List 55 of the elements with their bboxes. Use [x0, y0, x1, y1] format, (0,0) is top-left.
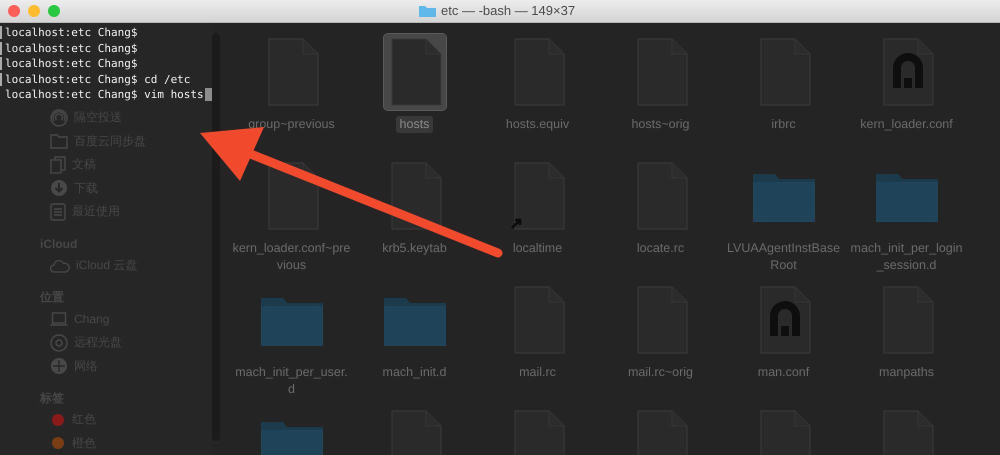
terminal-line: localhost:etc Chang$ cd /etc	[0, 72, 190, 86]
file-name: mail.rc	[518, 364, 557, 381]
scroll-bar[interactable]	[212, 33, 220, 441]
file-name: kern_loader.conf~previous	[232, 240, 350, 274]
file-item[interactable]: man.conf	[722, 282, 845, 406]
minimize-button[interactable]	[28, 5, 40, 17]
folder-icon	[418, 4, 437, 18]
file-name: krb5.keytab	[381, 240, 448, 257]
close-button[interactable]	[8, 5, 20, 17]
file-item[interactable]: mach_init_per_login_session.d	[845, 158, 968, 282]
globe-icon	[50, 357, 68, 376]
download-icon	[50, 179, 68, 198]
file-item[interactable]: hosts~orig	[599, 34, 722, 158]
file-name: hosts	[396, 116, 434, 133]
file-item[interactable]: mail.rc	[476, 282, 599, 406]
file-item[interactable]: mach_init.d	[353, 282, 476, 406]
terminal-line: localhost:etc Chang$	[0, 26, 138, 40]
file-item[interactable]: localtime	[476, 158, 599, 282]
file-name: LVUAAgentInstBaseRoot	[726, 240, 842, 274]
file-name: man.conf	[756, 364, 810, 381]
file-item[interactable]: manpaths	[845, 282, 968, 406]
file-item[interactable]: krb5.keytab	[353, 158, 476, 282]
window-title: etc — -bash — 149×37	[441, 3, 576, 18]
disc-icon	[50, 334, 68, 352]
zoom-button[interactable]	[48, 5, 60, 17]
file-name: manpaths	[878, 364, 935, 381]
airdrop-icon	[50, 108, 68, 127]
file-item[interactable]: kern_loader.conf~previous	[230, 158, 353, 282]
file-name: hosts~orig	[630, 116, 691, 133]
file-name: mach_init.d	[382, 364, 448, 381]
terminal-line: localhost:etc Chang$	[0, 57, 138, 70]
documents-icon	[50, 156, 66, 174]
file-name: hosts.equiv	[504, 116, 570, 133]
file-item[interactable]: mach_init_per_user.d	[230, 282, 353, 406]
laptop-icon	[50, 312, 68, 326]
terminal-line: localhost:etc Chang$	[0, 42, 138, 55]
file-name: localtime	[512, 240, 564, 257]
list-icon	[50, 202, 66, 221]
file-item[interactable]: locate.rc	[599, 158, 722, 282]
file-item[interactable]: hosts	[353, 34, 476, 158]
file-item[interactable]: hosts.equiv	[476, 34, 599, 158]
file-name: mail.rc~orig	[627, 364, 694, 381]
file-name: irbrc	[770, 116, 797, 133]
file-item[interactable]: mail.rc~orig	[599, 282, 722, 406]
file-item[interactable]: group~previous	[230, 34, 353, 158]
cloud-icon	[50, 258, 70, 272]
file-name: mach_init_per_user.d	[234, 364, 349, 398]
file-name: kern_loader.conf	[859, 116, 954, 133]
file-item[interactable]: kern_loader.conf	[845, 34, 968, 158]
file-name: mach_init_per_login_session.d	[850, 240, 964, 274]
file-item[interactable]: irbrc	[722, 34, 845, 158]
file-name: locate.rc	[636, 240, 686, 257]
folder-icon	[50, 133, 68, 150]
file-item[interactable]: LVUAAgentInstBaseRoot	[722, 158, 845, 282]
file-name: group~previous	[247, 116, 336, 133]
